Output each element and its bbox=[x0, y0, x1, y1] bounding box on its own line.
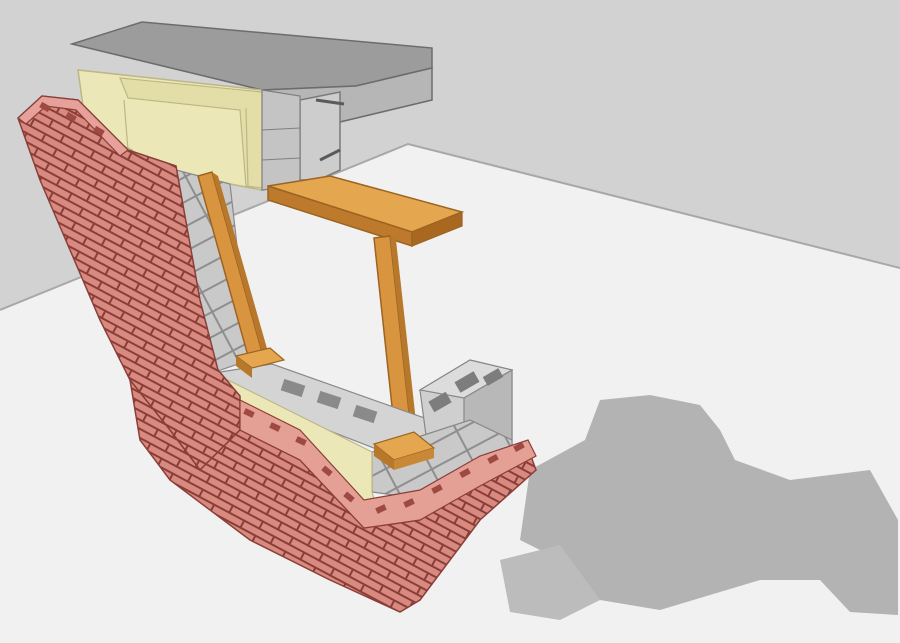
wall-cutaway-illustration bbox=[0, 0, 900, 643]
top-cmu-row bbox=[261, 89, 301, 191]
slab-end bbox=[299, 91, 341, 181]
